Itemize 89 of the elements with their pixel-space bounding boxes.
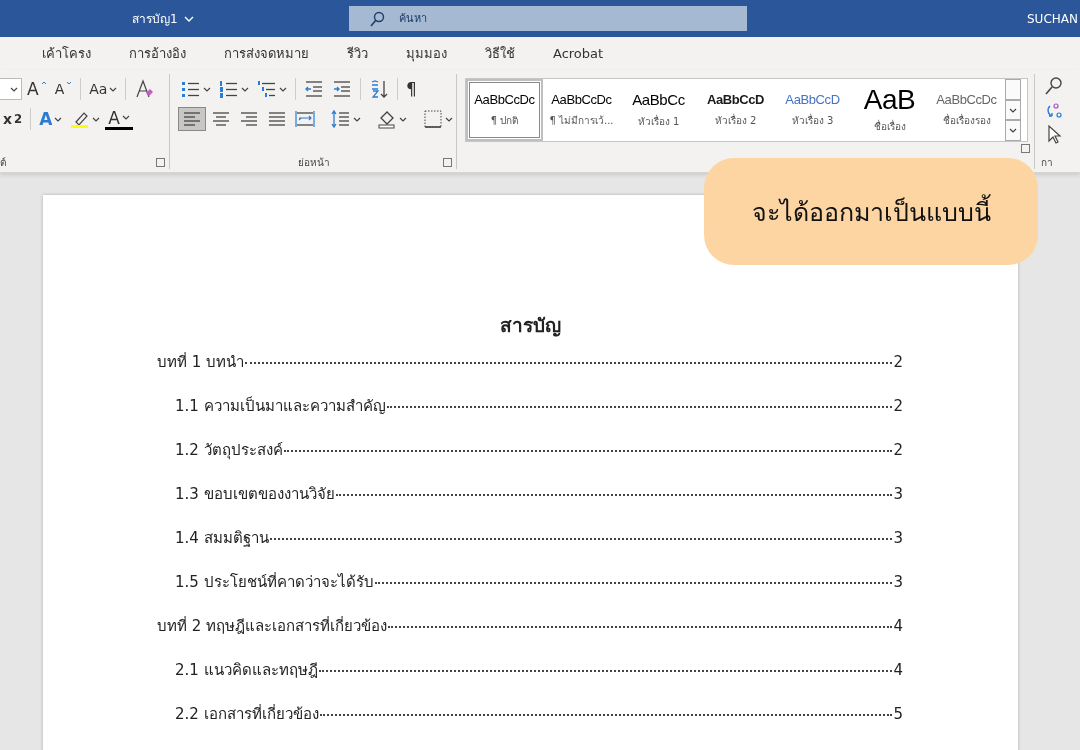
- ribbon-tab[interactable]: รีวิว: [333, 43, 384, 64]
- group-label: ต์: [0, 157, 6, 168]
- decrease-indent-icon: [304, 79, 324, 99]
- user-name[interactable]: SUCHAN: [1027, 11, 1080, 26]
- show-marks-button[interactable]: ¶: [403, 77, 420, 101]
- page-number: 4: [893, 617, 903, 635]
- callout-text: จะได้ออกมาเป็นแบบนี้: [751, 191, 991, 232]
- bullet-list-icon: [181, 79, 201, 99]
- caret-icon: [279, 86, 287, 92]
- font-color-button[interactable]: A: [105, 108, 133, 130]
- toc-entry: 1.4 สมมติฐาน: [175, 528, 269, 549]
- style-option[interactable]: AaBbCcDc ¶ ไม่มีการเว้...: [543, 79, 620, 141]
- style-option[interactable]: AaBbCcD หัวเรื่อง 2: [697, 79, 774, 141]
- style-option[interactable]: AaBbCcDc ¶ ปกติ: [466, 79, 543, 141]
- ribbon-tab[interactable]: Acrobat: [539, 46, 620, 61]
- scroll-up-button[interactable]: [1005, 79, 1021, 100]
- align-left-icon: [182, 109, 202, 129]
- ribbon-tab[interactable]: การอ้างอิง: [115, 43, 202, 64]
- style-option[interactable]: AaBbCc หัวเรื่อง 1: [620, 79, 697, 141]
- document-title[interactable]: สารบัญ1: [132, 9, 178, 28]
- toc-entry: 1.1 ความเป็นมาและความสำคัญ: [175, 395, 386, 417]
- dialog-launcher-icon[interactable]: [443, 158, 452, 167]
- caret-icon: [203, 86, 211, 92]
- grow-font-button[interactable]: A: [24, 77, 50, 101]
- search-icon: [369, 10, 385, 27]
- search-icon: [1044, 76, 1064, 96]
- caret-icon: [1009, 128, 1017, 134]
- page-number: 2: [893, 441, 903, 459]
- caret-icon: [54, 116, 63, 122]
- style-option[interactable]: AaBbCcD หัวเรื่อง 3: [774, 79, 851, 141]
- caret-icon: [399, 116, 407, 122]
- caret-icon: [121, 115, 130, 120]
- toc-entry: 2.2 เอกสารที่เกี่ยวข้อง: [175, 703, 319, 725]
- ribbon-tab[interactable]: เค้าโครง: [28, 43, 107, 64]
- toc-entry: บทที่ 2 ทฤษฎีและเอกสารที่เกี่ยวข้อง: [157, 615, 388, 637]
- toc-entry: 1.3 ขอบเขตของงานวิจัย: [175, 484, 335, 505]
- search-bar[interactable]: ค้นหา: [349, 6, 747, 31]
- up-caret-icon: [40, 81, 47, 85]
- align-right-icon: [239, 109, 259, 129]
- text-effects-button[interactable]: A: [36, 107, 66, 131]
- page-number: 2: [893, 353, 903, 371]
- scroll-down-button[interactable]: [1005, 99, 1021, 121]
- replace-icon: [1044, 100, 1064, 120]
- caret-icon: [109, 86, 118, 92]
- page-number: 2: [893, 397, 903, 415]
- eraser-icon: [134, 79, 155, 99]
- group-label: กา: [1041, 157, 1053, 168]
- search-field[interactable]: ค้นหา: [397, 11, 747, 26]
- style-option[interactable]: AaBbCcDc ชื่อเรื่องรอง: [928, 79, 1005, 141]
- change-case-button[interactable]: Aa: [86, 77, 121, 101]
- caret-icon: [92, 116, 101, 122]
- toc-entry: 1.2 วัตถุประสงค์: [175, 440, 283, 462]
- font-size-field[interactable]: [0, 78, 22, 100]
- group-label: ย่อหน้า: [298, 157, 330, 168]
- sort-icon: [369, 79, 389, 99]
- caret-icon: [1009, 107, 1017, 113]
- toc-entry: 1.5 ประโยชน์ที่คาดว่าจะได้รับ: [175, 571, 374, 593]
- borders-icon: [423, 109, 443, 129]
- ribbon-tab[interactable]: วิธีใช้: [471, 43, 531, 64]
- caret-icon: [241, 86, 249, 92]
- align-center-icon: [211, 109, 231, 129]
- toc-entry: บทที่ 1 บทนำ: [157, 351, 245, 373]
- page-number: 3: [893, 485, 903, 503]
- distributed-icon: [295, 109, 315, 129]
- toc-entry: 2.1 แนวคิดและทฤษฎี: [175, 660, 318, 681]
- caret-icon: [445, 116, 453, 122]
- ribbon-tab[interactable]: มุมมอง: [392, 43, 463, 64]
- multilevel-list-icon: [257, 79, 277, 99]
- increase-indent-icon: [332, 79, 352, 99]
- page-number: 4: [893, 661, 903, 679]
- down-caret-icon: [66, 81, 73, 85]
- toc-heading: สารบัญ: [498, 313, 562, 339]
- caret-icon: [353, 116, 361, 122]
- caret-icon: [10, 86, 18, 92]
- page-number: 3: [893, 529, 903, 547]
- page-number: 3: [893, 573, 903, 591]
- justify-icon: [267, 109, 287, 129]
- dialog-launcher-icon[interactable]: [1021, 144, 1030, 153]
- align-left-button[interactable]: [178, 107, 206, 131]
- line-spacing-icon: [331, 109, 351, 129]
- more-styles-button[interactable]: [1005, 120, 1021, 141]
- dialog-launcher-icon[interactable]: [156, 158, 165, 167]
- paint-bucket-icon: [377, 109, 397, 129]
- numbered-list-icon: [219, 79, 239, 99]
- ribbon-tab[interactable]: การส่งจดหมาย: [210, 43, 325, 64]
- chevron-down-icon[interactable]: [183, 15, 194, 22]
- shrink-font-button[interactable]: A: [51, 77, 76, 101]
- style-option[interactable]: AaB ชื่อเรื่อง: [851, 79, 928, 141]
- page-number: 5: [893, 705, 903, 723]
